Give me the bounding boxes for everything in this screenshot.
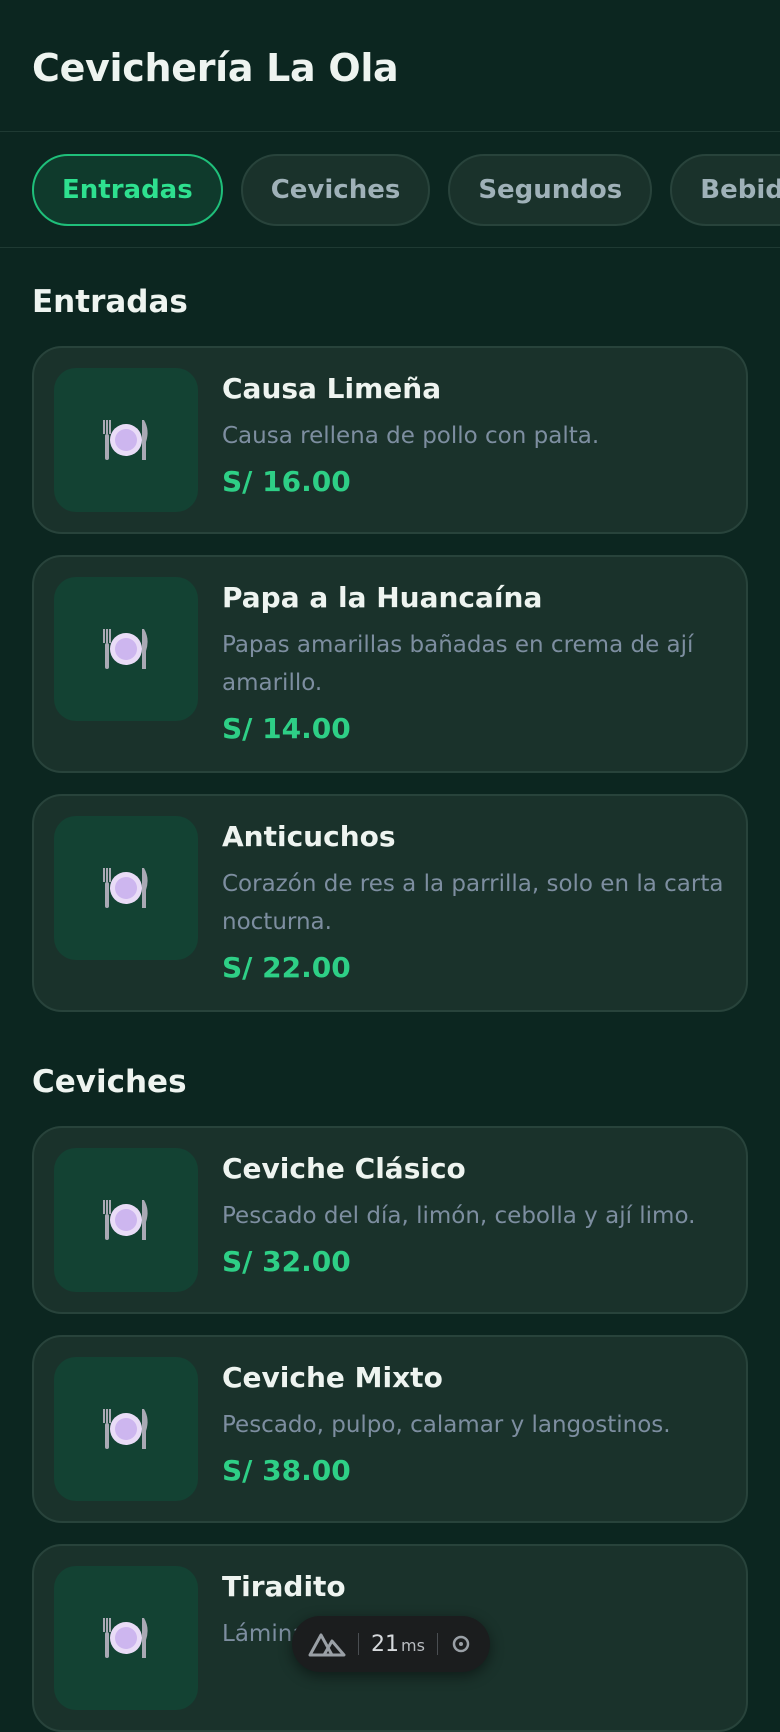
dish-description: Pescado, pulpo, calamar y langostinos.: [222, 1412, 671, 1438]
menu-item-card[interactable]: Papa a la Huancaína Papas amarillas baña…: [32, 555, 748, 773]
dish-name: Anticuchos: [222, 820, 396, 853]
menu-content: Entradas Causa Limeña Causa rellena de p…: [0, 284, 780, 1732]
menu-item-card[interactable]: Ceviche Clásico Pescado del día, limón, …: [32, 1126, 748, 1314]
plate-cutlery-icon: [54, 816, 198, 960]
plate-cutlery-icon: [54, 1357, 198, 1501]
render-time-unit: ms: [401, 1635, 425, 1655]
tab-entradas[interactable]: Entradas: [32, 153, 223, 226]
plate-cutlery-icon: [103, 420, 148, 460]
tab-bebidas[interactable]: Bebidas: [670, 153, 780, 226]
dish-description: Pescado del día, limón, cebolla y ají li…: [222, 1203, 696, 1229]
plate-cutlery-icon: [103, 1618, 148, 1658]
divider: [358, 1633, 359, 1655]
dish-description: Papas amarillas bañadas en crema de ají …: [222, 632, 694, 696]
nuxt-logo-icon: [308, 1633, 346, 1657]
plate-cutlery-icon: [54, 1566, 198, 1710]
plate-cutlery-icon: [54, 1148, 198, 1292]
render-time-value: 21: [371, 1631, 399, 1657]
dish-description: Causa rellena de pollo con palta.: [222, 423, 600, 449]
plate-cutlery-icon: [103, 629, 148, 669]
tab-ceviches[interactable]: Ceviches: [240, 153, 431, 226]
dish-description: Corazón de res a la parrilla, solo en la…: [222, 871, 724, 935]
tab-segundos[interactable]: Segundos: [448, 153, 653, 226]
divider: [436, 1633, 438, 1655]
menu-item-card[interactable]: Anticuchos Corazón de res a la parrilla,…: [32, 794, 748, 1012]
plate-cutlery-icon: [54, 577, 198, 721]
dish-price: S/ 22.00: [222, 951, 351, 984]
dish-name: Ceviche Mixto: [222, 1361, 443, 1394]
page-title: Cevichería La Ola: [32, 46, 399, 90]
dish-price: S/ 38.00: [222, 1454, 351, 1487]
plate-cutlery-icon: [103, 1200, 148, 1240]
dish-price: S/ 14.00: [222, 712, 351, 745]
plate-cutlery-icon: [103, 1409, 148, 1449]
app-header: Cevichería La Ola: [0, 0, 780, 132]
section-title-ceviches: Ceviches: [32, 1064, 187, 1100]
dish-name: Tiradito: [222, 1570, 346, 1603]
dish-name: Causa Limeña: [222, 372, 442, 405]
plate-cutlery-icon: [54, 368, 198, 512]
dish-price: S/ 16.00: [222, 465, 351, 498]
render-time: 21 ms: [371, 1632, 425, 1657]
inspect-target-icon[interactable]: [450, 1633, 472, 1655]
dev-toolbar[interactable]: 21 ms: [292, 1616, 490, 1672]
category-tabs: Entradas Ceviches Segundos Bebidas: [0, 132, 780, 248]
dish-name: Papa a la Huancaína: [222, 581, 543, 614]
menu-item-card[interactable]: Ceviche Mixto Pescado, pulpo, calamar y …: [32, 1335, 748, 1523]
plate-cutlery-icon: [103, 868, 148, 908]
dish-price: S/ 32.00: [222, 1245, 351, 1278]
dish-name: Ceviche Clásico: [222, 1152, 466, 1185]
menu-item-card[interactable]: Causa Limeña Causa rellena de pollo con …: [32, 346, 748, 534]
section-title-entradas: Entradas: [32, 284, 188, 320]
